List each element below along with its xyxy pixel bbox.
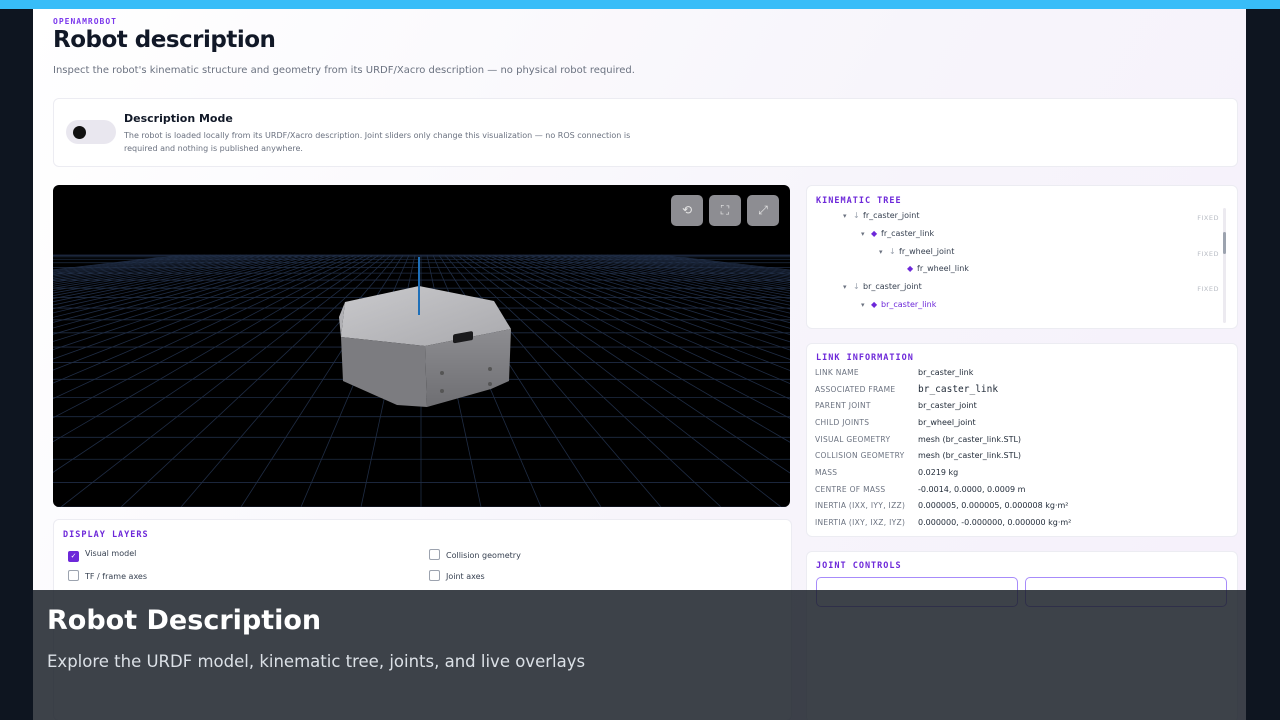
fixed-badge: FIXED — [1197, 214, 1219, 222]
fullscreen-button[interactable]: ⤢ — [747, 195, 779, 226]
link-information-card: LINK INFORMATION LINK NAME br_caster_link… — [806, 343, 1238, 537]
layer-tf-frame-axes[interactable]: TF / frame axes — [68, 570, 147, 581]
mode-description: The robot is loaded locally from its URD… — [124, 131, 631, 153]
reset-view-button[interactable]: ⟲ — [671, 195, 703, 226]
link-information-title: LINK INFORMATION — [816, 353, 914, 363]
joint-icon: ↓ — [853, 211, 860, 220]
fit-view-icon: ⛶ — [720, 203, 730, 217]
chevron-down-icon[interactable]: ▾ — [843, 212, 853, 220]
mode-title: Description Mode — [124, 112, 233, 125]
caption-title: Robot Description — [47, 605, 322, 636]
fit-view-button[interactable]: ⛶ — [709, 195, 741, 226]
chevron-down-icon[interactable]: ▾ — [843, 283, 853, 291]
link-icon: ◆ — [907, 264, 914, 273]
reset-view-icon: ⟲ — [681, 203, 693, 217]
tree-row-fr-caster-joint[interactable]: ▾ ↓ fr_caster_joint — [843, 211, 919, 225]
page-subtitle: Inspect the robot's kinematic structure … — [53, 65, 635, 76]
kinematic-tree-title: KINEMATIC TREE — [816, 196, 902, 206]
layer-joint-axes[interactable]: Joint axes — [429, 570, 485, 581]
checkbox-icon[interactable] — [68, 570, 79, 581]
checkbox-checked-icon[interactable]: ✓ — [68, 551, 79, 562]
layer-collision-geometry[interactable]: Collision geometry — [429, 549, 521, 560]
tree-row-fr-wheel-link[interactable]: ◆ fr_wheel_link — [907, 264, 969, 278]
tree-scrollbar[interactable] — [1223, 208, 1226, 323]
robot-3d-viewport[interactable]: ⟲ ⛶ ⤢ — [53, 185, 790, 507]
joint-controls-title: JOINT CONTROLS — [816, 561, 902, 571]
page-title: Robot description — [53, 27, 276, 53]
kinematic-tree-card: KINEMATIC TREE ▾ ↓ fr_caster_joint FIXED ▾… — [806, 185, 1238, 329]
top-accent-bar — [0, 0, 1280, 9]
fullscreen-icon: ⤢ — [758, 203, 768, 217]
toggle-knob — [73, 126, 86, 139]
layer-visual-model[interactable]: ✓ Visual model — [68, 549, 136, 562]
chevron-down-icon[interactable]: ▾ — [861, 230, 871, 238]
caption-overlay: Robot Description Explore the URDF model… — [33, 590, 1246, 720]
chevron-down-icon[interactable]: ▾ — [861, 301, 871, 309]
brand-label: OPENAMROBOT — [53, 17, 117, 26]
description-mode-toggle[interactable] — [66, 120, 116, 144]
description-mode-card: Description Mode The robot is loaded loc… — [53, 98, 1238, 167]
joint-icon: ↓ — [889, 247, 896, 256]
checkbox-icon[interactable] — [429, 570, 440, 581]
scrollbar-thumb[interactable] — [1223, 232, 1226, 254]
fixed-badge: FIXED — [1197, 250, 1219, 258]
tree-row-br-caster-link[interactable]: ▾ ◆ br_caster_link — [861, 300, 936, 314]
checkbox-icon[interactable] — [429, 549, 440, 560]
display-layers-title: DISPLAY LAYERS — [63, 530, 149, 540]
viewport-scene — [53, 254, 790, 507]
caption-subtitle: Explore the URDF model, kinematic tree, … — [47, 652, 586, 671]
fixed-badge: FIXED — [1197, 285, 1219, 293]
link-icon: ◆ — [871, 229, 878, 238]
chevron-down-icon[interactable]: ▾ — [879, 248, 889, 256]
tree-row-fr-caster-link[interactable]: ▾ ◆ fr_caster_link — [861, 229, 934, 243]
joint-icon: ↓ — [853, 282, 860, 291]
tree-row-br-caster-joint[interactable]: ▾ ↓ br_caster_joint — [843, 282, 922, 296]
tree-row-fr-wheel-joint[interactable]: ▾ ↓ fr_wheel_joint — [879, 247, 954, 261]
link-icon: ◆ — [871, 300, 878, 309]
